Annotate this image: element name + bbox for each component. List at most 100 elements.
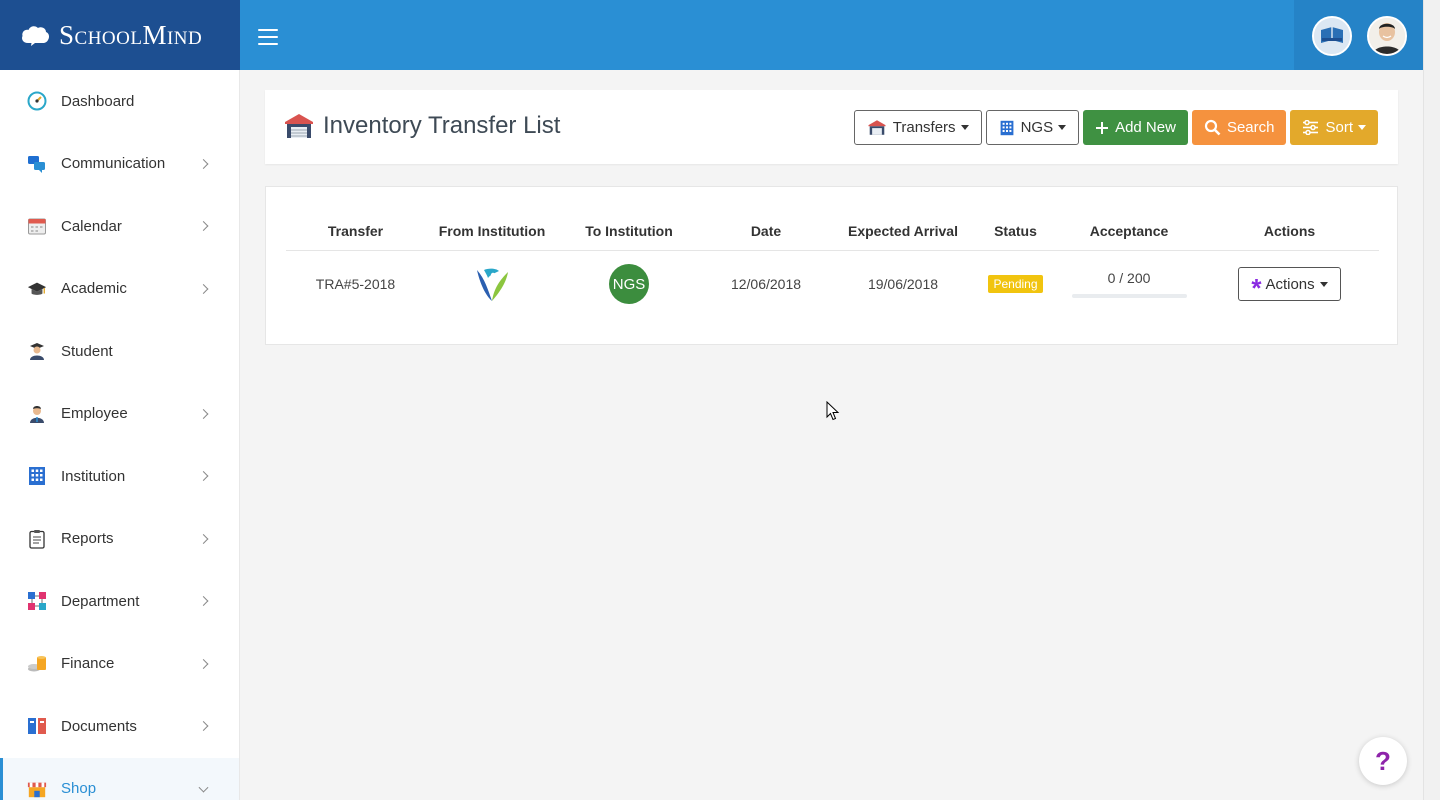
chevron-right-icon [198, 158, 209, 169]
dashboard-icon [27, 91, 47, 111]
column-header-date[interactable]: Date [699, 223, 833, 239]
help-button[interactable]: ? [1359, 737, 1407, 785]
sidebar-item-documents[interactable]: Documents [0, 695, 239, 758]
top-header: SchoolMind [0, 0, 1423, 70]
user-avatar[interactable] [1367, 16, 1407, 56]
sidebar-item-label: Student [61, 342, 113, 360]
coins-icon [27, 654, 47, 674]
sidebar-item-dashboard[interactable]: Dashboard [0, 70, 239, 133]
chevron-right-icon [198, 533, 209, 544]
transfer-table: Transfer From Institution To Institution… [286, 211, 1379, 317]
cloud-logo-icon [22, 26, 50, 46]
expected-arrival-cell: 19/06/2018 [867, 276, 939, 292]
hamburger-bar [258, 29, 278, 31]
chevron-right-icon [198, 283, 209, 294]
employee-icon [27, 404, 47, 424]
sidebar-item-label: Communication [61, 155, 166, 173]
brand-logo[interactable]: SchoolMind [0, 0, 240, 70]
to-institution-cell: NGS [559, 264, 699, 304]
brand-name: SchoolMind [59, 19, 203, 50]
from-institution-cell [425, 264, 559, 304]
chevron-right-icon [198, 721, 209, 732]
page-title-text: Inventory Transfer List [323, 112, 561, 139]
sidebar-item-label: Institution [61, 467, 126, 485]
toolbar: Transfers NGS Add New Search Sort [850, 110, 1378, 145]
column-header-expected-arrival[interactable]: Expected Arrival [833, 223, 973, 239]
sidebar-item-label: Dashboard [61, 92, 135, 110]
sort-button[interactable]: Sort [1290, 110, 1378, 145]
documents-icon [27, 716, 47, 736]
column-header-to-institution[interactable]: To Institution [559, 223, 699, 239]
sidebar-item-label: Shop [61, 780, 97, 798]
add-new-button[interactable]: Add New [1083, 110, 1188, 145]
caret-down-icon [960, 125, 969, 130]
search-label: Search [1226, 119, 1275, 136]
actions-label: Actions [1265, 275, 1315, 293]
acceptance-progress-bar [1071, 294, 1187, 298]
sidebar-item-student[interactable]: Student [0, 320, 239, 383]
table-row[interactable]: TRA#5-2018 NGS 12/06/2018 19/06/2018 Pen… [286, 251, 1379, 317]
department-icon [27, 591, 47, 611]
acceptance-wrap: 0 / 200 [1071, 270, 1187, 298]
page-title: Inventory Transfer List [283, 112, 560, 140]
sidebar-item-finance[interactable]: Finance [0, 633, 239, 696]
actions-dropdown-button[interactable]: * Actions [1238, 267, 1341, 301]
leaf-logo-icon [473, 265, 511, 303]
communication-icon [27, 154, 47, 174]
sidebar-item-calendar[interactable]: Calendar [0, 195, 239, 258]
mouse-cursor-icon [826, 401, 840, 421]
sidebar-item-institution[interactable]: Institution [0, 445, 239, 508]
chevron-right-icon [198, 221, 209, 232]
warehouse-icon [285, 114, 313, 138]
column-header-acceptance[interactable]: Acceptance [1058, 223, 1200, 239]
sidebar-item-label: Reports [61, 530, 114, 548]
sidebar-item-label: Finance [61, 655, 115, 673]
institution-avatar[interactable] [1312, 16, 1352, 56]
sidebar-item-label: Documents [61, 717, 137, 735]
column-header-from-institution[interactable]: From Institution [425, 223, 559, 239]
chevron-right-icon [198, 471, 209, 482]
column-header-actions: Actions [1263, 222, 1316, 239]
sidebar-item-department[interactable]: Department [0, 570, 239, 633]
top-right-panel [1294, 0, 1423, 70]
sidebar: Dashboard Communication Calendar Academi… [0, 70, 240, 800]
institution-label: NGS [1020, 119, 1054, 136]
sort-label: Sort [1325, 119, 1353, 136]
sidebar-item-label: Employee [61, 405, 128, 423]
transfer-code[interactable]: TRA#5-2018 [286, 276, 425, 292]
hamburger-bar [258, 36, 278, 38]
plus-icon [1095, 121, 1109, 135]
hamburger-bar [258, 43, 278, 45]
column-header-transfer[interactable]: Transfer [286, 223, 425, 239]
sidebar-item-communication[interactable]: Communication [0, 133, 239, 196]
book-icon [1314, 18, 1350, 54]
student-icon [27, 341, 47, 361]
caret-down-icon [1319, 281, 1328, 287]
status-badge: Pending [988, 275, 1043, 293]
acceptance-count: 0 / 200 [1107, 270, 1151, 286]
calendar-icon [27, 216, 47, 236]
status-cell: Pending [973, 275, 1058, 293]
scrollbar[interactable] [1423, 0, 1440, 800]
date-cell: 12/06/2018 [730, 276, 802, 292]
user-photo-icon [1369, 18, 1405, 54]
page-header: Inventory Transfer List Transfers NGS Ad… [265, 90, 1398, 164]
acceptance-cell: 0 / 200 [1058, 270, 1200, 298]
sliders-icon [1302, 120, 1319, 135]
institution-dropdown-button[interactable]: NGS [985, 110, 1080, 145]
search-button[interactable]: Search [1191, 110, 1287, 145]
clipboard-icon [27, 529, 47, 549]
sidebar-item-employee[interactable]: Employee [0, 383, 239, 446]
chevron-down-icon [198, 782, 209, 793]
transfers-dropdown-button[interactable]: Transfers [853, 110, 982, 145]
building-icon [27, 466, 47, 486]
search-icon [1204, 119, 1221, 136]
sidebar-item-academic[interactable]: Academic [0, 258, 239, 321]
caret-down-icon [1058, 125, 1067, 130]
sidebar-item-shop[interactable]: Shop [0, 757, 239, 800]
menu-toggle-button[interactable] [258, 29, 278, 45]
column-header-status[interactable]: Status [973, 223, 1058, 239]
sidebar-item-reports[interactable]: Reports [0, 508, 239, 571]
table-header-row: Transfer From Institution To Institution… [286, 211, 1379, 251]
building-icon [999, 119, 1015, 137]
